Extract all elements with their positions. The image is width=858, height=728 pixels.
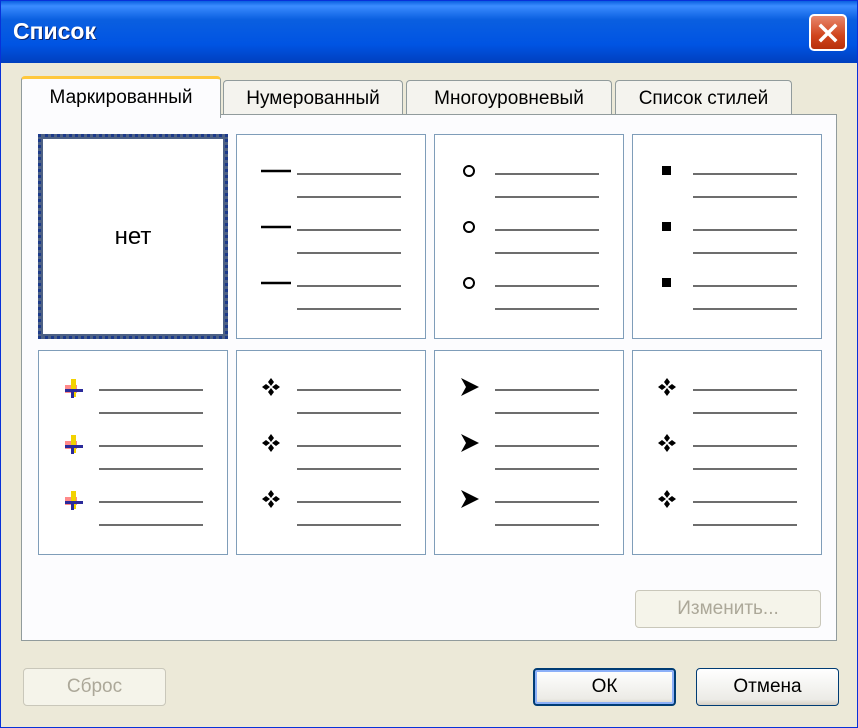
preview-line bbox=[693, 445, 797, 447]
square-icon bbox=[662, 166, 671, 175]
preview-line bbox=[99, 524, 203, 526]
dialog-title: Список bbox=[13, 18, 96, 44]
square-icon bbox=[662, 278, 671, 287]
dash-icon bbox=[261, 281, 291, 285]
preview-line bbox=[495, 468, 599, 470]
preview-line bbox=[693, 196, 797, 198]
four-diamond-icon bbox=[262, 434, 280, 452]
bullet-option-none[interactable]: нет bbox=[38, 134, 228, 339]
tab-style-list[interactable]: Список стилей bbox=[615, 80, 792, 116]
bullet-option-arrowhead[interactable] bbox=[434, 350, 624, 555]
preview-line bbox=[693, 412, 797, 414]
tab-bulleted[interactable]: Маркированный bbox=[21, 76, 221, 118]
preview-line bbox=[693, 468, 797, 470]
dash-icon bbox=[261, 225, 291, 229]
picture-bullet-icon bbox=[65, 435, 83, 454]
preview-line bbox=[693, 501, 797, 503]
preview-line bbox=[693, 173, 797, 175]
preview-line bbox=[495, 229, 599, 231]
preview-line bbox=[495, 173, 599, 175]
preview-line bbox=[297, 524, 401, 526]
preview-line bbox=[495, 412, 599, 414]
preview-line bbox=[297, 445, 401, 447]
preview-line bbox=[693, 308, 797, 310]
bullet-option-hollow-circle[interactable] bbox=[434, 134, 624, 339]
preview-line bbox=[297, 229, 401, 231]
tab-numbered[interactable]: Нумерованный bbox=[223, 80, 403, 116]
preview-line bbox=[99, 501, 203, 503]
preview-line bbox=[99, 412, 203, 414]
preview-line bbox=[693, 524, 797, 526]
picture-bullet-icon bbox=[65, 491, 83, 510]
close-icon bbox=[818, 23, 838, 43]
preview-line bbox=[99, 445, 203, 447]
title-bar[interactable]: Список bbox=[1, 1, 857, 63]
picture-bullet-icon bbox=[65, 379, 83, 398]
preview-line bbox=[693, 229, 797, 231]
hollow-circle-icon bbox=[463, 277, 475, 289]
preview-line bbox=[495, 252, 599, 254]
preview-line bbox=[495, 501, 599, 503]
close-button[interactable] bbox=[809, 14, 847, 51]
four-diamond-icon bbox=[262, 378, 280, 396]
square-icon bbox=[662, 222, 671, 231]
preview-line bbox=[495, 389, 599, 391]
preview-line bbox=[297, 173, 401, 175]
preview-line bbox=[495, 285, 599, 287]
bullet-option-picture-bullet[interactable] bbox=[38, 350, 228, 555]
preview-line bbox=[297, 308, 401, 310]
preview-line bbox=[297, 285, 401, 287]
preview-line bbox=[693, 389, 797, 391]
preview-line bbox=[99, 468, 203, 470]
preview-line bbox=[297, 252, 401, 254]
four-diamond-icon bbox=[658, 378, 676, 396]
modify-button[interactable]: Изменить... bbox=[635, 590, 821, 628]
hollow-circle-icon bbox=[463, 165, 475, 177]
ok-button[interactable]: ОК bbox=[533, 668, 676, 706]
preview-line bbox=[495, 308, 599, 310]
preview-line bbox=[99, 389, 203, 391]
reset-button[interactable]: Сброс bbox=[23, 668, 166, 706]
bullet-option-dash[interactable] bbox=[236, 134, 426, 339]
bullet-option-four-diamond[interactable] bbox=[632, 350, 822, 555]
preview-line bbox=[495, 196, 599, 198]
preview-line bbox=[495, 445, 599, 447]
list-dialog: Список Маркированный Нумерованный Многоу… bbox=[0, 0, 858, 728]
preview-line bbox=[297, 412, 401, 414]
preview-line bbox=[693, 285, 797, 287]
dash-icon bbox=[261, 169, 291, 173]
preview-line bbox=[495, 524, 599, 526]
tab-multilevel[interactable]: Многоуровневый bbox=[406, 80, 612, 116]
bullet-option-square[interactable] bbox=[632, 134, 822, 339]
hollow-circle-icon bbox=[463, 221, 475, 233]
preview-line bbox=[297, 389, 401, 391]
four-diamond-icon bbox=[658, 490, 676, 508]
four-diamond-icon bbox=[658, 434, 676, 452]
arrowhead-icon bbox=[461, 378, 479, 396]
cancel-button[interactable]: Отмена bbox=[696, 668, 839, 706]
four-diamond-icon bbox=[262, 490, 280, 508]
none-label: нет bbox=[114, 222, 152, 250]
arrowhead-icon bbox=[461, 434, 479, 452]
arrowhead-icon bbox=[461, 490, 479, 508]
preview-line bbox=[297, 501, 401, 503]
preview-line bbox=[693, 252, 797, 254]
bullet-option-four-diamond[interactable] bbox=[236, 350, 426, 555]
preview-line bbox=[297, 468, 401, 470]
preview-line bbox=[297, 196, 401, 198]
tab-panel: нет Изменить... bbox=[21, 114, 837, 641]
